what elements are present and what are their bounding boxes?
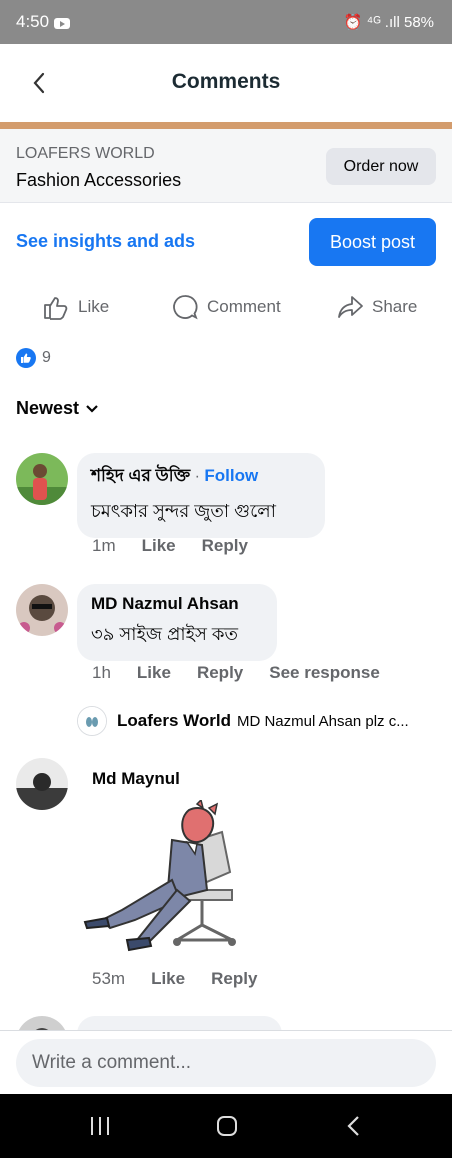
status-bar: 4:50 ⏰ ⁴ᴳ .ıll 58% (0, 0, 452, 44)
comment-time: 1m (92, 536, 116, 555)
back-nav-icon[interactable] (346, 1115, 362, 1137)
see-insights-link[interactable]: See insights and ads (16, 231, 195, 252)
comment-author[interactable]: MD Nazmul Ahsan (91, 594, 263, 614)
status-time: 4:50 (16, 12, 50, 31)
shop-name: Fashion Accessories (16, 170, 182, 190)
comment-author[interactable]: Md Maynul (92, 769, 180, 789)
avatar[interactable] (16, 758, 68, 810)
home-icon[interactable] (216, 1115, 238, 1137)
comment-reply-button[interactable]: Reply (197, 663, 243, 683)
comment-text: চমৎকার সুন্দর জুতা গুলো (91, 501, 276, 521)
share-label: Share (372, 297, 418, 316)
comment-label: Comment (207, 297, 281, 316)
comment-like-button[interactable]: Like (137, 663, 171, 683)
avatar[interactable] (16, 453, 68, 505)
reply-text: MD Nazmul Ahsan plz c... (236, 712, 409, 730)
comment-composer: Write a comment... (0, 1030, 452, 1095)
comment-icon (173, 295, 198, 320)
comment-bubble[interactable]: শহিদ এর উক্তি · Follow চমৎকার সুন্দর জুত… (77, 453, 325, 538)
separator-dot: · (190, 468, 205, 485)
comment-text: ৩৯ সাইজ প্রাইস কত (91, 624, 238, 644)
follow-button[interactable]: Follow (204, 466, 258, 485)
shop-banner: LOAFERS WORLD Fashion Accessories Order … (0, 129, 452, 203)
comment-meta: 53m Like Reply (92, 969, 283, 989)
shop-category: LOAFERS WORLD (16, 145, 155, 162)
comment-time: 53m (92, 969, 126, 988)
comment-bubble[interactable]: MD Nazmul Ahsan ৩৯ সাইজ প্রাইস কত (77, 584, 277, 661)
comment-like-button[interactable]: Like (142, 536, 176, 556)
thumbs-up-icon (44, 297, 68, 320)
like-label: Like (78, 297, 110, 316)
see-response-button[interactable]: See response (269, 663, 380, 683)
recent-apps-icon[interactable] (89, 1116, 111, 1136)
avatar[interactable] (16, 584, 68, 636)
system-nav-bar (0, 1094, 452, 1158)
share-icon (338, 296, 363, 318)
reply-author: Loafers World (117, 711, 231, 730)
comment-author[interactable]: শহিদ এর উক্তি (91, 466, 190, 485)
comment-time: 1h (92, 663, 111, 682)
sort-dropdown[interactable]: Newest (16, 398, 101, 419)
page-title: Comments (171, 70, 281, 93)
comment-sticker (77, 798, 237, 960)
page-avatar (77, 706, 107, 736)
share-action[interactable]: Share (336, 292, 417, 322)
comment-meta: 1m Like Reply (92, 536, 274, 556)
chevron-down-icon (86, 404, 98, 413)
status-indicators: ⏰ ⁴ᴳ .ıll 58% (343, 14, 434, 31)
youtube-icon (54, 18, 70, 29)
comment-reply-button[interactable]: Reply (202, 536, 248, 556)
like-reaction-icon (16, 348, 36, 368)
order-now-button[interactable]: Order now (326, 148, 436, 185)
boost-post-button[interactable]: Boost post (309, 218, 436, 266)
comment-action[interactable]: Comment (171, 292, 281, 322)
comment-meta: 1h Like Reply See response (92, 663, 406, 683)
tan-divider (0, 122, 452, 129)
reactions-summary[interactable]: 9 (16, 348, 51, 368)
reply-preview[interactable]: Loafers World MD Nazmul Ahsan plz c... (77, 706, 437, 736)
like-action[interactable]: Like (42, 292, 109, 322)
comment-reply-button[interactable]: Reply (211, 969, 257, 989)
comment-input[interactable]: Write a comment... (16, 1039, 436, 1087)
sort-label: Newest (16, 398, 80, 418)
comment-like-button[interactable]: Like (151, 969, 185, 989)
reaction-count: 9 (42, 349, 51, 366)
